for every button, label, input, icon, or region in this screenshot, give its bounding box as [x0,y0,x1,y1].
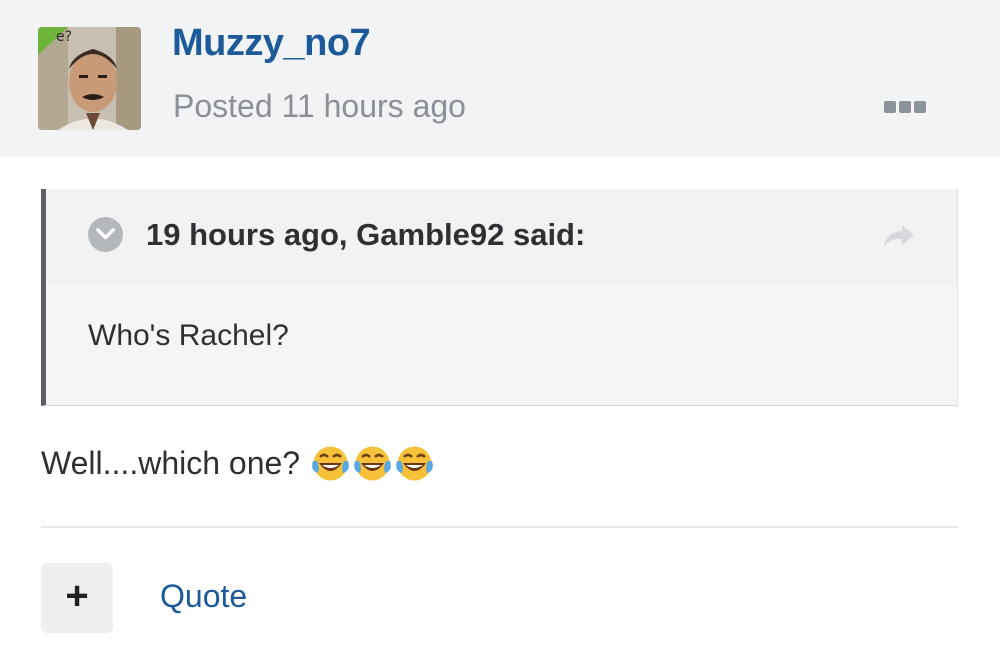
avatar-caption: e? [56,29,73,45]
more-options-button[interactable] [884,98,930,116]
quote-button[interactable]: Quote [160,578,247,615]
plus-icon: + [65,574,89,618]
post-timestamp: Posted 11 hours ago [173,88,466,124]
laughing-tears-emoji-icon [352,443,393,484]
post-header: e? Muzzy_no7 Posted 11 hours ago [0,0,1000,157]
post-content: Well....which one? [41,443,436,484]
avatar[interactable]: e? [38,27,141,130]
post-content-text: Well....which one? [41,445,301,481]
laughing-tears-emoji-icon [310,443,351,484]
ellipsis-icon [884,101,896,113]
laughing-tears-emoji-icon [394,443,435,484]
chevron-down-circle-icon[interactable] [88,217,123,252]
ellipsis-icon [914,101,926,113]
emoji-group [310,443,436,484]
quote-citation: 19 hours ago, Gamble92 said: [46,189,957,283]
quote-body: Who's Rachel? [46,283,957,405]
share-arrow-icon[interactable] [882,223,916,254]
ellipsis-icon [899,101,911,113]
quote-block: 19 hours ago, Gamble92 said: Who's Rache… [41,189,958,406]
quote-text: Who's Rachel? [88,319,289,352]
quote-citation-text: 19 hours ago, Gamble92 said: [146,217,586,252]
divider [41,526,958,528]
avatar-photo [38,27,141,130]
add-reaction-button[interactable]: + [41,563,113,633]
post-author-name[interactable]: Muzzy_no7 [172,22,371,65]
